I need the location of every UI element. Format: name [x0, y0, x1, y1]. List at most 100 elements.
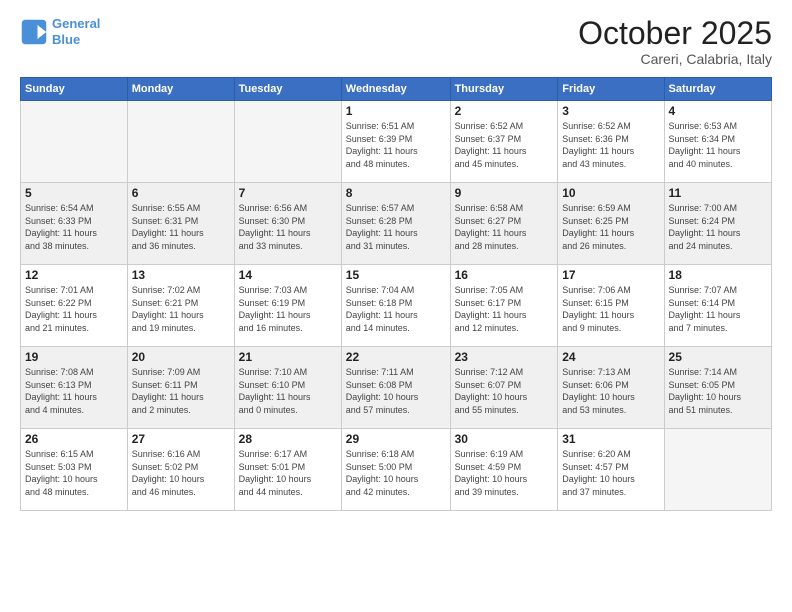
day-number: 25: [669, 350, 767, 364]
day-number: 3: [562, 104, 659, 118]
day-info: Sunrise: 7:09 AM Sunset: 6:11 PM Dayligh…: [132, 366, 230, 416]
calendar-cell: 24 Sunrise: 7:13 AM Sunset: 6:06 PM Dayli…: [558, 347, 664, 429]
weekday-header-sunday: Sunday: [21, 78, 128, 101]
day-info: Sunrise: 6:17 AM Sunset: 5:01 PM Dayligh…: [239, 448, 337, 498]
day-info: Sunrise: 7:14 AM Sunset: 6:05 PM Dayligh…: [669, 366, 767, 416]
day-number: 21: [239, 350, 337, 364]
page: General Blue October 2025 Careri, Calabr…: [0, 0, 792, 612]
header: General Blue October 2025 Careri, Calabr…: [20, 16, 772, 67]
day-number: 15: [346, 268, 446, 282]
day-number: 12: [25, 268, 123, 282]
day-info: Sunrise: 7:13 AM Sunset: 6:06 PM Dayligh…: [562, 366, 659, 416]
calendar: SundayMondayTuesdayWednesdayThursdayFrid…: [20, 77, 772, 511]
calendar-cell: 6Sunrise: 6:55 AM Sunset: 6:31 PM Daylig…: [127, 183, 234, 265]
day-number: 4: [669, 104, 767, 118]
day-number: 7: [239, 186, 337, 200]
day-number: 26: [25, 432, 123, 446]
calendar-cell: 4 Sunrise: 6:53 AM Sunset: 6:34 PM Daylig…: [664, 101, 771, 183]
day-number: 10: [562, 186, 659, 200]
day-number: 24: [562, 350, 659, 364]
title-block: October 2025 Careri, Calabria, Italy: [578, 16, 772, 67]
day-info: Sunrise: 7:10 AM Sunset: 6:10 PM Dayligh…: [239, 366, 337, 416]
logo-line2: Blue: [52, 32, 100, 48]
calendar-cell: [234, 101, 341, 183]
day-info: Sunrise: 6:52 AM Sunset: 6:36 PM Dayligh…: [562, 120, 659, 170]
calendar-cell: 27Sunrise: 6:16 AM Sunset: 5:02 PM Dayli…: [127, 429, 234, 511]
day-number: 13: [132, 268, 230, 282]
weekday-header-wednesday: Wednesday: [341, 78, 450, 101]
calendar-cell: 9 Sunrise: 6:58 AM Sunset: 6:27 PM Daylig…: [450, 183, 558, 265]
day-info: Sunrise: 6:55 AM Sunset: 6:31 PM Dayligh…: [132, 202, 230, 252]
calendar-cell: 21 Sunrise: 7:10 AM Sunset: 6:10 PM Dayli…: [234, 347, 341, 429]
logo-line1: General: [52, 16, 100, 31]
calendar-cell: 22 Sunrise: 7:11 AM Sunset: 6:08 PM Dayli…: [341, 347, 450, 429]
calendar-cell: 13 Sunrise: 7:02 AM Sunset: 6:21 PM Dayli…: [127, 265, 234, 347]
calendar-cell: 30 Sunrise: 6:19 AM Sunset: 4:59 PM Dayli…: [450, 429, 558, 511]
day-number: 17: [562, 268, 659, 282]
calendar-row-5: 26 Sunrise: 6:15 AM Sunset: 5:03 PM Dayli…: [21, 429, 772, 511]
calendar-cell: 7 Sunrise: 6:56 AM Sunset: 6:30 PM Daylig…: [234, 183, 341, 265]
day-info: Sunrise: 6:54 AM Sunset: 6:33 PM Dayligh…: [25, 202, 123, 252]
day-info: Sunrise: 6:56 AM Sunset: 6:30 PM Dayligh…: [239, 202, 337, 252]
day-info: Sunrise: 6:51 AM Sunset: 6:39 PM Dayligh…: [346, 120, 446, 170]
calendar-cell: 11 Sunrise: 7:00 AM Sunset: 6:24 PM Dayli…: [664, 183, 771, 265]
weekday-header-thursday: Thursday: [450, 78, 558, 101]
day-number: 22: [346, 350, 446, 364]
calendar-row-2: 5 Sunrise: 6:54 AM Sunset: 6:33 PM Daylig…: [21, 183, 772, 265]
calendar-cell: 8Sunrise: 6:57 AM Sunset: 6:28 PM Daylig…: [341, 183, 450, 265]
day-info: Sunrise: 7:04 AM Sunset: 6:18 PM Dayligh…: [346, 284, 446, 334]
calendar-cell: 28 Sunrise: 6:17 AM Sunset: 5:01 PM Dayli…: [234, 429, 341, 511]
calendar-cell: 26 Sunrise: 6:15 AM Sunset: 5:03 PM Dayli…: [21, 429, 128, 511]
calendar-cell: [127, 101, 234, 183]
day-info: Sunrise: 7:02 AM Sunset: 6:21 PM Dayligh…: [132, 284, 230, 334]
day-number: 5: [25, 186, 123, 200]
day-info: Sunrise: 6:59 AM Sunset: 6:25 PM Dayligh…: [562, 202, 659, 252]
day-info: Sunrise: 7:08 AM Sunset: 6:13 PM Dayligh…: [25, 366, 123, 416]
weekday-header-tuesday: Tuesday: [234, 78, 341, 101]
weekday-header-monday: Monday: [127, 78, 234, 101]
day-info: Sunrise: 7:03 AM Sunset: 6:19 PM Dayligh…: [239, 284, 337, 334]
day-number: 11: [669, 186, 767, 200]
day-info: Sunrise: 6:58 AM Sunset: 6:27 PM Dayligh…: [455, 202, 554, 252]
day-number: 30: [455, 432, 554, 446]
day-number: 18: [669, 268, 767, 282]
day-info: Sunrise: 7:11 AM Sunset: 6:08 PM Dayligh…: [346, 366, 446, 416]
calendar-cell: 2Sunrise: 6:52 AM Sunset: 6:37 PM Daylig…: [450, 101, 558, 183]
day-info: Sunrise: 6:15 AM Sunset: 5:03 PM Dayligh…: [25, 448, 123, 498]
day-number: 31: [562, 432, 659, 446]
day-number: 29: [346, 432, 446, 446]
day-info: Sunrise: 6:52 AM Sunset: 6:37 PM Dayligh…: [455, 120, 554, 170]
day-info: Sunrise: 7:00 AM Sunset: 6:24 PM Dayligh…: [669, 202, 767, 252]
day-number: 27: [132, 432, 230, 446]
calendar-cell: 20 Sunrise: 7:09 AM Sunset: 6:11 PM Dayli…: [127, 347, 234, 429]
calendar-cell: 14 Sunrise: 7:03 AM Sunset: 6:19 PM Dayli…: [234, 265, 341, 347]
calendar-cell: 15 Sunrise: 7:04 AM Sunset: 6:18 PM Dayli…: [341, 265, 450, 347]
day-number: 14: [239, 268, 337, 282]
calendar-cell: 25 Sunrise: 7:14 AM Sunset: 6:05 PM Dayli…: [664, 347, 771, 429]
day-info: Sunrise: 7:06 AM Sunset: 6:15 PM Dayligh…: [562, 284, 659, 334]
day-info: Sunrise: 6:53 AM Sunset: 6:34 PM Dayligh…: [669, 120, 767, 170]
day-info: Sunrise: 6:18 AM Sunset: 5:00 PM Dayligh…: [346, 448, 446, 498]
weekday-header-row: SundayMondayTuesdayWednesdayThursdayFrid…: [21, 78, 772, 101]
logo: General Blue: [20, 16, 100, 47]
calendar-cell: 10 Sunrise: 6:59 AM Sunset: 6:25 PM Dayli…: [558, 183, 664, 265]
calendar-cell: 5 Sunrise: 6:54 AM Sunset: 6:33 PM Daylig…: [21, 183, 128, 265]
day-info: Sunrise: 7:05 AM Sunset: 6:17 PM Dayligh…: [455, 284, 554, 334]
day-number: 9: [455, 186, 554, 200]
weekday-header-friday: Friday: [558, 78, 664, 101]
day-number: 20: [132, 350, 230, 364]
calendar-cell: 17 Sunrise: 7:06 AM Sunset: 6:15 PM Dayli…: [558, 265, 664, 347]
day-info: Sunrise: 6:19 AM Sunset: 4:59 PM Dayligh…: [455, 448, 554, 498]
day-number: 1: [346, 104, 446, 118]
calendar-cell: [664, 429, 771, 511]
calendar-cell: [21, 101, 128, 183]
day-number: 23: [455, 350, 554, 364]
calendar-cell: 1 Sunrise: 6:51 AM Sunset: 6:39 PM Daylig…: [341, 101, 450, 183]
day-number: 28: [239, 432, 337, 446]
calendar-cell: 16 Sunrise: 7:05 AM Sunset: 6:17 PM Dayli…: [450, 265, 558, 347]
calendar-row-3: 12Sunrise: 7:01 AM Sunset: 6:22 PM Dayli…: [21, 265, 772, 347]
day-number: 16: [455, 268, 554, 282]
month-title: October 2025: [578, 16, 772, 51]
calendar-cell: 19Sunrise: 7:08 AM Sunset: 6:13 PM Dayli…: [21, 347, 128, 429]
calendar-row-4: 19Sunrise: 7:08 AM Sunset: 6:13 PM Dayli…: [21, 347, 772, 429]
